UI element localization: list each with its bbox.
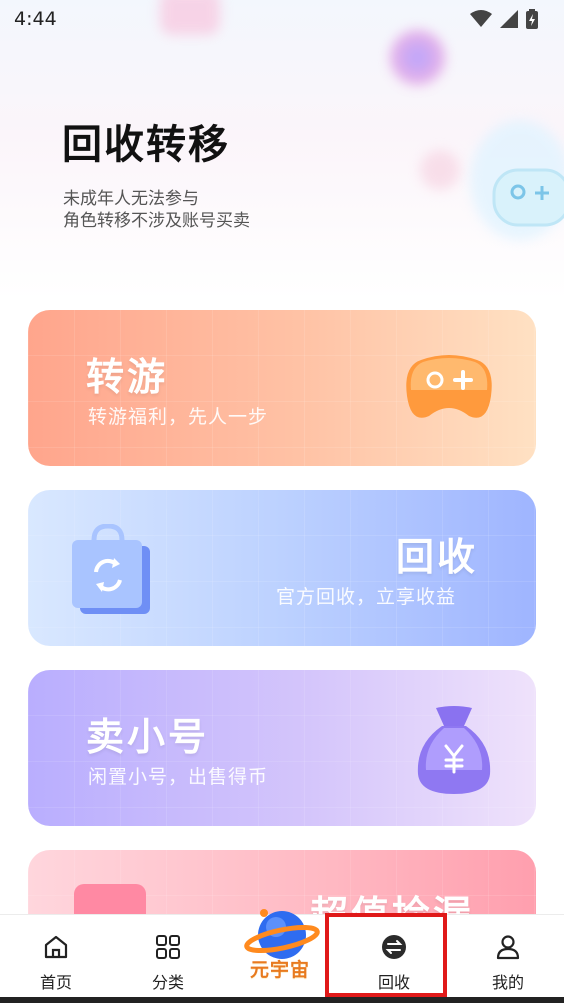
tab-label: 我的: [491, 973, 524, 992]
grid-icon: [156, 935, 180, 959]
decor-blob: [390, 30, 445, 85]
status-bar: 4:44: [0, 0, 564, 38]
battery-charging-icon: [526, 9, 538, 29]
card-subtitle: 闲置小号，出售得币: [88, 766, 269, 788]
tab-label: 回收: [377, 973, 410, 992]
page-subtitle: 未成年人无法参与 角色转移不涉及账号买卖: [63, 188, 250, 232]
decor-blob: [420, 150, 460, 190]
wifi-icon: [470, 10, 492, 27]
user-icon: [496, 935, 520, 960]
tab-category[interactable]: 分类: [112, 915, 224, 1003]
recycle-bag-icon: [72, 524, 150, 614]
tab-label: 首页: [39, 973, 72, 992]
status-time: 4:44: [14, 8, 57, 30]
tab-profile[interactable]: 我的: [452, 915, 564, 1003]
page-title: 回收转移: [62, 122, 230, 168]
tab-recycle[interactable]: 回收: [338, 915, 450, 1003]
money-bag-icon: [417, 706, 491, 794]
transfer-game-card[interactable]: 转游 转游福利，先人一步: [28, 310, 536, 466]
card-title: 转游: [86, 355, 169, 399]
gamepad-decor-icon: [492, 168, 564, 227]
status-icons: [470, 9, 538, 29]
tab-metaverse[interactable]: 元宇宙: [236, 899, 326, 999]
system-nav-strip: [0, 997, 564, 1003]
tab-label: 元宇宙: [250, 959, 311, 981]
sell-account-card[interactable]: 卖小号 闲置小号，出售得币: [28, 670, 536, 826]
card-title: 回收: [396, 535, 479, 579]
exchange-icon: [382, 935, 406, 959]
gamepad-icon: [406, 355, 492, 418]
card-title: 卖小号: [86, 715, 210, 759]
signal-icon: [500, 10, 518, 28]
card-subtitle: 转游福利，先人一步: [88, 406, 269, 428]
bottom-tab-bar: 首页 分类 元宇宙 回收 我的: [0, 909, 564, 1003]
notice-minors: 未成年人无法参与: [63, 189, 199, 209]
notice-transfer: 角色转移不涉及账号买卖: [63, 211, 250, 231]
recycle-card[interactable]: 回收 官方回收，立享收益: [28, 490, 536, 646]
tab-label: 分类: [151, 973, 184, 992]
card-subtitle: 官方回收，立享收益: [276, 586, 457, 608]
tab-home[interactable]: 首页: [0, 915, 112, 1003]
home-icon: [44, 935, 68, 959]
